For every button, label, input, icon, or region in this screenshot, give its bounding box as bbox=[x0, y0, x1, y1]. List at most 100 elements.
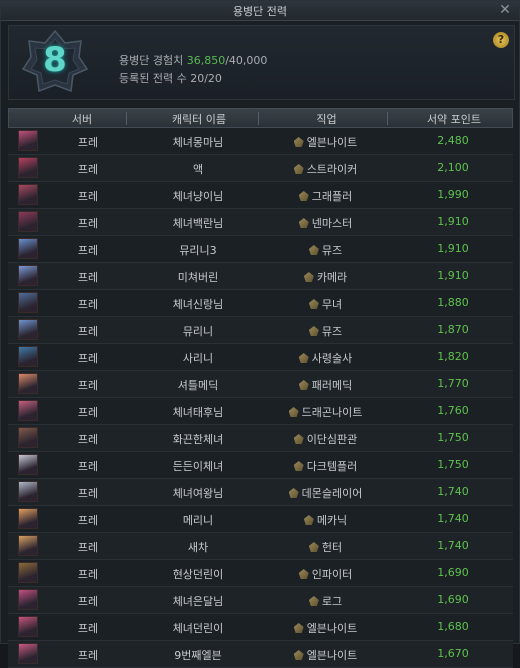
job-icon bbox=[308, 245, 319, 255]
job-label: 넨마스터 bbox=[311, 217, 353, 230]
points-cell: 1,750 bbox=[437, 458, 469, 471]
table-row[interactable]: 프레 화끈한체녀 이단심판관 1,750 bbox=[8, 425, 513, 452]
table-row[interactable]: 프레 체녀냥이님 그래플러 1,990 bbox=[8, 182, 513, 209]
points-cell: 2,480 bbox=[437, 134, 469, 147]
job-icon bbox=[293, 623, 304, 633]
table-row[interactable]: 프레 체녀던린이 엘븐나이트 1,680 bbox=[8, 614, 513, 641]
table-row[interactable]: 프레 셔틀메딕 패러메딕 1,770 bbox=[8, 371, 513, 398]
character-portrait-icon bbox=[18, 400, 38, 421]
title-bar[interactable]: 용병단 전력 ✕ bbox=[1, 1, 519, 21]
column-divider bbox=[126, 112, 127, 125]
character-portrait-icon bbox=[18, 562, 38, 583]
points-cell: 1,670 bbox=[437, 647, 469, 660]
job-icon bbox=[308, 326, 319, 336]
job-icon bbox=[288, 407, 299, 417]
job-label: 메카닉 bbox=[316, 514, 348, 527]
exp-max: /40,000 bbox=[225, 54, 268, 67]
job-cell: 드래곤나이트 bbox=[263, 404, 388, 420]
guild-summary-panel: 8 용병단 경험치 36,850/40,000 등록된 전력 수 20/20 ? bbox=[8, 25, 515, 100]
table-row[interactable]: 프레 미쳐버린 카메라 1,910 bbox=[8, 263, 513, 290]
character-portrait-icon bbox=[18, 292, 38, 313]
table-row[interactable]: 프레 든든이체녀 다크템플러 1,750 bbox=[8, 452, 513, 479]
table-row[interactable]: 프레 9번째엘븐 엘븐나이트 1,670 bbox=[8, 641, 513, 668]
character-portrait-icon bbox=[18, 130, 38, 151]
column-server[interactable]: 서버 bbox=[62, 111, 102, 127]
table-row[interactable]: 프레 체녀은달님 로그 1,690 bbox=[8, 587, 513, 614]
table-row[interactable]: 프레 체녀신랑님 무녀 1,880 bbox=[8, 290, 513, 317]
server-cell: 프레 bbox=[77, 271, 99, 284]
points-cell: 1,680 bbox=[437, 620, 469, 633]
column-points[interactable]: 서약 포인트 bbox=[384, 111, 520, 127]
points-cell: 1,770 bbox=[437, 377, 469, 390]
table-row[interactable]: 프레 사리니 사령술사 1,820 bbox=[8, 344, 513, 371]
table-row[interactable]: 프레 새차 헌터 1,740 bbox=[8, 533, 513, 560]
server-cell: 프레 bbox=[77, 433, 99, 446]
character-name-cell: 화끈한체녀 bbox=[172, 433, 224, 446]
points-cell: 1,690 bbox=[437, 593, 469, 606]
job-cell: 무녀 bbox=[263, 296, 388, 312]
job-cell: 사령술사 bbox=[263, 350, 388, 366]
table-row[interactable]: 프레 체녀태후님 드래곤나이트 1,760 bbox=[8, 398, 513, 425]
points-cell: 1,740 bbox=[437, 512, 469, 525]
server-cell: 프레 bbox=[77, 595, 99, 608]
help-icon[interactable]: ? bbox=[493, 32, 509, 48]
table-row[interactable]: 프레 체녀백란님 넨마스터 1,910 bbox=[8, 209, 513, 236]
job-icon bbox=[308, 596, 319, 606]
job-cell: 다크템플러 bbox=[263, 458, 388, 474]
table-row[interactable]: 프레 액 스트라이커 2,100 bbox=[8, 155, 513, 182]
table-row[interactable]: 프레 뮤리니 뮤즈 1,870 bbox=[8, 317, 513, 344]
job-cell: 데몬슬레이어 bbox=[263, 485, 388, 501]
server-cell: 프레 bbox=[77, 352, 99, 365]
column-name[interactable]: 캐릭터 이름 bbox=[139, 111, 259, 127]
job-icon bbox=[298, 191, 309, 201]
character-portrait-icon bbox=[18, 616, 38, 637]
job-icon bbox=[298, 569, 309, 579]
table-row[interactable]: 프레 현상던린이 인파이터 1,690 bbox=[8, 560, 513, 587]
points-cell: 1,910 bbox=[437, 215, 469, 228]
character-name-cell: 뮤리니3 bbox=[179, 244, 217, 257]
character-name-cell: 셔틀메딕 bbox=[177, 379, 219, 392]
character-portrait-icon bbox=[18, 535, 38, 556]
job-label: 헌터 bbox=[321, 541, 343, 554]
job-icon bbox=[293, 164, 304, 174]
points-cell: 1,760 bbox=[437, 404, 469, 417]
server-cell: 프레 bbox=[77, 190, 99, 203]
character-name-cell: 메리니 bbox=[182, 514, 214, 527]
job-label: 로그 bbox=[321, 595, 343, 608]
server-cell: 프레 bbox=[77, 406, 99, 419]
table-header: 서버 캐릭터 이름 직업 서약 포인트 bbox=[8, 108, 513, 128]
server-cell: 프레 bbox=[77, 487, 99, 500]
table-row[interactable]: 프레 뮤리니3 뮤즈 1,910 bbox=[8, 236, 513, 263]
character-name-cell: 체녀백란님 bbox=[172, 217, 224, 230]
table-row[interactable]: 프레 체녀몽마님 엘븐나이트 2,480 bbox=[8, 128, 513, 155]
close-icon[interactable]: ✕ bbox=[497, 2, 513, 18]
table-row[interactable]: 프레 체녀여왕님 데몬슬레이어 1,740 bbox=[8, 479, 513, 506]
server-cell: 프레 bbox=[77, 622, 99, 635]
job-icon bbox=[298, 380, 309, 390]
points-cell: 1,750 bbox=[437, 431, 469, 444]
job-label: 뮤즈 bbox=[321, 325, 343, 338]
character-portrait-icon bbox=[18, 265, 38, 286]
points-cell: 1,990 bbox=[437, 188, 469, 201]
character-name-cell: 액 bbox=[192, 163, 204, 176]
server-cell: 프레 bbox=[77, 298, 99, 311]
points-cell: 1,910 bbox=[437, 269, 469, 282]
job-label: 이단심판관 bbox=[306, 433, 358, 446]
column-job[interactable]: 직업 bbox=[264, 111, 389, 127]
server-cell: 프레 bbox=[77, 649, 99, 662]
points-cell: 1,880 bbox=[437, 296, 469, 309]
table-row[interactable]: 프레 메리니 메카닉 1,740 bbox=[8, 506, 513, 533]
job-icon bbox=[293, 137, 304, 147]
character-name-cell: 체녀태후님 bbox=[172, 406, 224, 419]
job-label: 그래플러 bbox=[311, 190, 353, 203]
character-name-cell: 체녀신랑님 bbox=[172, 298, 224, 311]
job-cell: 엘븐나이트 bbox=[263, 134, 388, 150]
character-name-cell: 체녀여왕님 bbox=[172, 487, 224, 500]
character-name-cell: 사리니 bbox=[182, 352, 214, 365]
job-label: 스트라이커 bbox=[306, 163, 358, 176]
character-name-cell: 9번째엘븐 bbox=[174, 649, 222, 662]
guild-power-window: 용병단 전력 ✕ 8 용병단 경험치 36,850/40,000 등록된 전력 … bbox=[0, 0, 520, 668]
server-cell: 프레 bbox=[77, 163, 99, 176]
character-portrait-icon bbox=[18, 157, 38, 178]
job-label: 무녀 bbox=[321, 298, 343, 311]
